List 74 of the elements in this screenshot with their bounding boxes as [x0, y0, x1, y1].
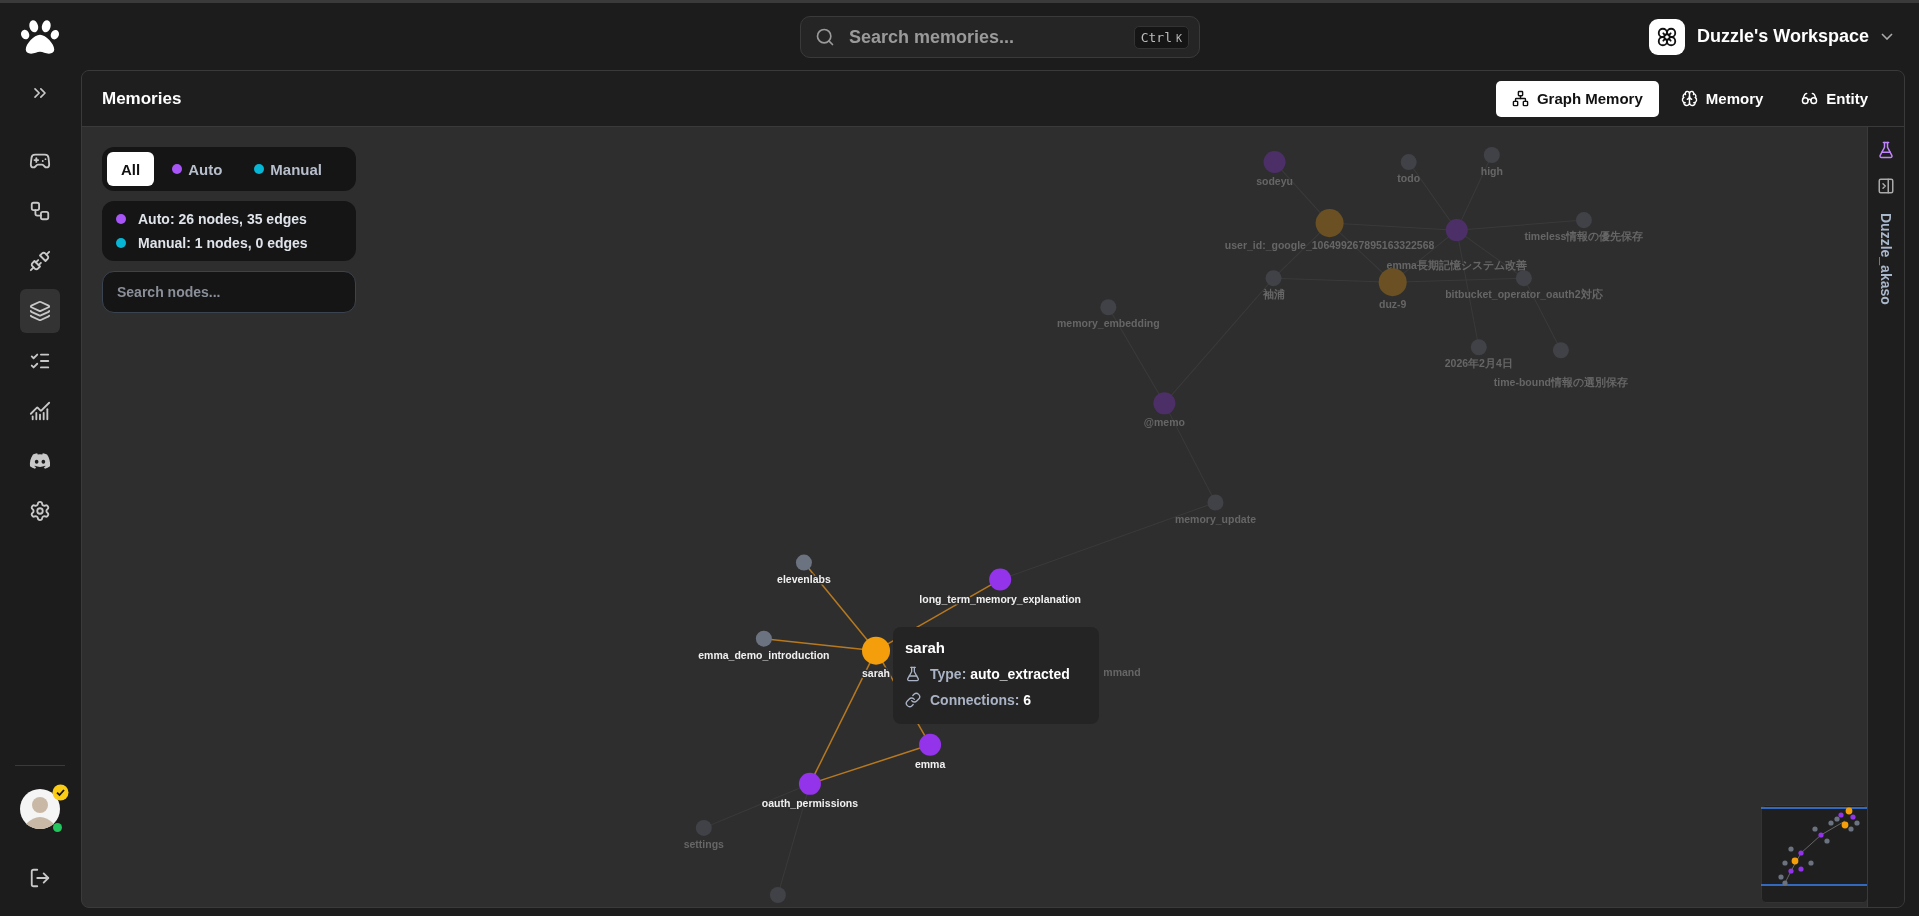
graph-node[interactable] [1378, 268, 1407, 297]
user-name: Duzzle_akaso [1878, 213, 1894, 305]
online-status-icon [53, 823, 62, 832]
filter-tab[interactable]: Manual [240, 152, 336, 186]
graph-node[interactable] [1470, 339, 1487, 356]
avatar-icon[interactable] [19, 788, 61, 830]
graph-node[interactable] [1100, 299, 1117, 316]
chevron-down-icon [1881, 33, 1893, 40]
verified-badge-icon [52, 784, 69, 801]
flower-icon [1649, 18, 1685, 55]
shortcut-hint: Ctrl K [1133, 25, 1189, 49]
graph-node[interactable] [1483, 147, 1500, 164]
link-icon [905, 692, 921, 708]
flask-icon [905, 666, 921, 682]
flask-icon[interactable] [1877, 141, 1895, 159]
node-label: oauth_permissions [761, 796, 859, 809]
paw-logo-icon[interactable] [21, 17, 59, 57]
node-label: todo [1397, 172, 1421, 185]
panel-toggle-icon[interactable] [1877, 177, 1895, 195]
graph-node[interactable] [1515, 270, 1532, 287]
page-title: Memories [102, 88, 182, 109]
node-label: @memo [1143, 416, 1185, 429]
graph-node[interactable] [1575, 212, 1592, 229]
search-input[interactable]: Search memories... [847, 25, 1122, 49]
graph-node[interactable] [1153, 392, 1176, 415]
layers-icon[interactable] [20, 289, 60, 333]
brain-icon [1680, 90, 1698, 107]
node-label: time-bound情報の選別保存 [1493, 376, 1628, 389]
node-label: bitbucket_operator_oauth2対応 [1445, 288, 1603, 301]
filter-tab[interactable]: All [107, 152, 155, 186]
node-label: timeless情報の優先保存 [1524, 230, 1644, 243]
node-label: high [1480, 165, 1503, 178]
minimap[interactable] [1761, 805, 1867, 903]
tooltip-text: Type: auto_extracted [930, 666, 1070, 682]
search-icon [815, 27, 835, 47]
graph-node[interactable] [1265, 270, 1282, 287]
graph-node[interactable] [1552, 342, 1569, 359]
workspace-switcher[interactable]: Duzzle's Workspace [1649, 18, 1893, 55]
graph-node[interactable] [919, 733, 942, 756]
node-label: emma [914, 757, 946, 770]
node-label: sodeyu [1256, 175, 1293, 188]
node-label: emma_demo_introduction [698, 648, 830, 661]
tooltip-text: Connections: 6 [930, 692, 1032, 708]
view-tab[interactable]: Graph Memory [1495, 80, 1659, 117]
network-icon [1511, 90, 1529, 107]
graph-node[interactable] [769, 886, 786, 903]
node-label: settings [683, 837, 724, 850]
tooltip-title: sarah [905, 639, 947, 656]
graph-node[interactable] [1315, 209, 1344, 238]
stats-text: Auto: 26 nodes, 35 edges [138, 211, 307, 227]
graph-node[interactable] [1400, 154, 1417, 171]
graph-node[interactable] [695, 819, 712, 836]
graph-node[interactable] [862, 636, 891, 665]
graph-node[interactable] [1445, 219, 1468, 242]
graph-node[interactable] [1207, 494, 1224, 511]
graph-node[interactable] [798, 772, 821, 795]
node-label: emma長期記憶システム改善 [1386, 259, 1527, 272]
node-label: user_id:_google_106499267895163322568 [1224, 239, 1435, 252]
view-tab[interactable]: Entity [1785, 80, 1884, 117]
stats-text: Manual: 1 nodes, 0 edges [138, 235, 308, 251]
graph-node[interactable] [755, 630, 772, 647]
view-tab[interactable]: Memory [1664, 80, 1780, 117]
node-label: 袖浦 [1262, 288, 1285, 301]
search-field[interactable]: Search memories... Ctrl K [800, 16, 1200, 58]
node-label: duz-9 [1378, 298, 1407, 311]
graph-node[interactable] [795, 554, 812, 571]
node-label: mmand [1103, 665, 1141, 678]
node-search-field[interactable]: Search nodes... [102, 271, 356, 313]
node-label: memory_embedding [1056, 317, 1160, 330]
graph-node[interactable] [1263, 151, 1286, 174]
graph-node[interactable] [989, 568, 1012, 591]
node-label: memory_update [1174, 512, 1256, 525]
filter-tab[interactable]: Auto [158, 152, 237, 186]
glasses-icon [1801, 90, 1819, 107]
